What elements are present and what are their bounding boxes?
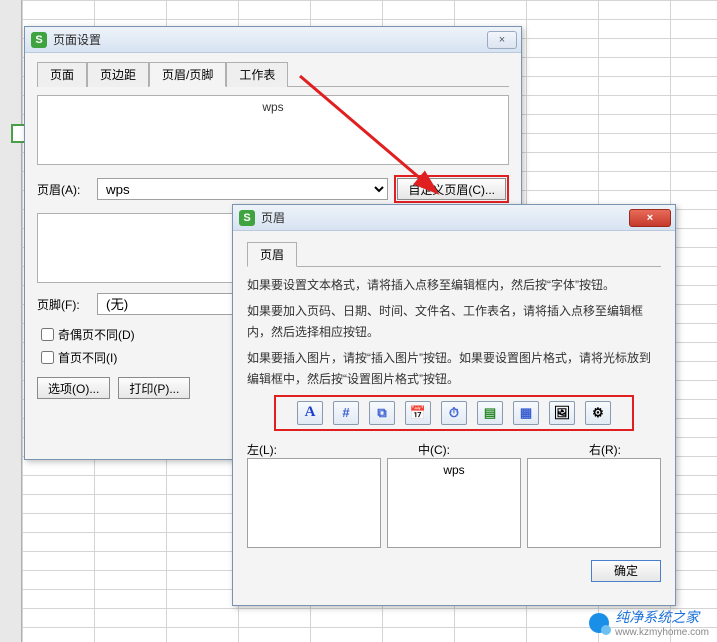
instruction-text-2: 如果要加入页码、日期、时间、文件名、工作表名，请将插入点移至编辑框内，然后选择相…	[247, 301, 661, 342]
custom-header-button[interactable]: 自定义页眉(C)...	[397, 178, 506, 200]
first-page-different-label: 首页不同(I)	[58, 349, 117, 366]
center-section-label: 中(C):	[372, 441, 497, 458]
total-pages-icon[interactable]: ⧉	[369, 401, 395, 425]
header-combo-label: 页眉(A):	[37, 181, 97, 198]
tab-page[interactable]: 页面	[37, 62, 87, 87]
header-editor-dialog: S 页眉 × 页眉 如果要设置文本格式，请将插入点移至编辑框内，然后按“字体”按…	[232, 204, 676, 606]
instruction-text-1: 如果要设置文本格式，请将插入点移至编辑框内，然后按“字体”按钮。	[247, 275, 661, 295]
tab-sheet[interactable]: 工作表	[226, 62, 288, 87]
first-page-different-checkbox[interactable]	[41, 351, 54, 364]
page-number-icon[interactable]: #	[333, 401, 359, 425]
watermark-logo-icon	[589, 613, 609, 633]
custom-header-highlight: 自定义页眉(C)...	[394, 175, 509, 203]
page-setup-titlebar[interactable]: S 页面设置 ×	[25, 27, 521, 53]
sheetname-icon[interactable]: ▦	[513, 401, 539, 425]
header-toolbar-highlight: A # ⧉ 📅 ⏱ ▤ ▦ 🖼 ⚙	[274, 395, 634, 431]
center-header-input[interactable]: wps	[387, 458, 521, 548]
header-preview-box: wps	[37, 95, 509, 165]
font-icon[interactable]: A	[297, 401, 323, 425]
instruction-text-3: 如果要插入图片，请按“插入图片”按钮。如果要设置图片格式，请将光标放到编辑框中，…	[247, 348, 661, 389]
left-section-label: 左(L):	[247, 441, 372, 458]
image-format-icon[interactable]: ⚙	[585, 401, 611, 425]
odd-even-different-checkbox[interactable]	[41, 328, 54, 341]
watermark-url: www.kzmyhome.com	[615, 627, 709, 638]
left-header-input[interactable]	[247, 458, 381, 548]
header-preview-text: wps	[262, 100, 283, 114]
watermark-brand: 纯净系统之家	[615, 609, 699, 625]
page-setup-title: 页面设置	[53, 31, 487, 48]
wps-app-icon: S	[31, 32, 47, 48]
options-button[interactable]: 选项(O)...	[37, 377, 110, 399]
tab-header-footer[interactable]: 页眉/页脚	[149, 62, 226, 87]
watermark: 纯净系统之家 www.kzmyhome.com	[589, 607, 709, 638]
print-button[interactable]: 打印(P)...	[118, 377, 190, 399]
header-editor-close-button[interactable]: ×	[629, 209, 671, 227]
wps-app-icon: S	[239, 210, 255, 226]
row-header-strip	[0, 0, 22, 642]
tab-header-inner[interactable]: 页眉	[247, 242, 297, 267]
footer-combo-label: 页脚(F):	[37, 296, 97, 313]
page-setup-close-button[interactable]: ×	[487, 31, 517, 49]
filepath-icon[interactable]: ▤	[477, 401, 503, 425]
right-section-label: 右(R):	[496, 441, 661, 458]
insert-image-icon[interactable]: 🖼	[549, 401, 575, 425]
header-editor-titlebar[interactable]: S 页眉 ×	[233, 205, 675, 231]
odd-even-different-label: 奇偶页不同(D)	[58, 326, 135, 343]
ok-button[interactable]: 确定	[591, 560, 661, 582]
time-icon[interactable]: ⏱	[441, 401, 467, 425]
header-editor-title: 页眉	[261, 209, 629, 226]
right-header-input[interactable]	[527, 458, 661, 548]
tab-margins[interactable]: 页边距	[87, 62, 149, 87]
header-combo[interactable]: wps	[97, 178, 388, 200]
page-setup-tabs: 页面 页边距 页眉/页脚 工作表	[37, 61, 509, 87]
date-icon[interactable]: 📅	[405, 401, 431, 425]
center-header-value: wps	[443, 463, 464, 477]
